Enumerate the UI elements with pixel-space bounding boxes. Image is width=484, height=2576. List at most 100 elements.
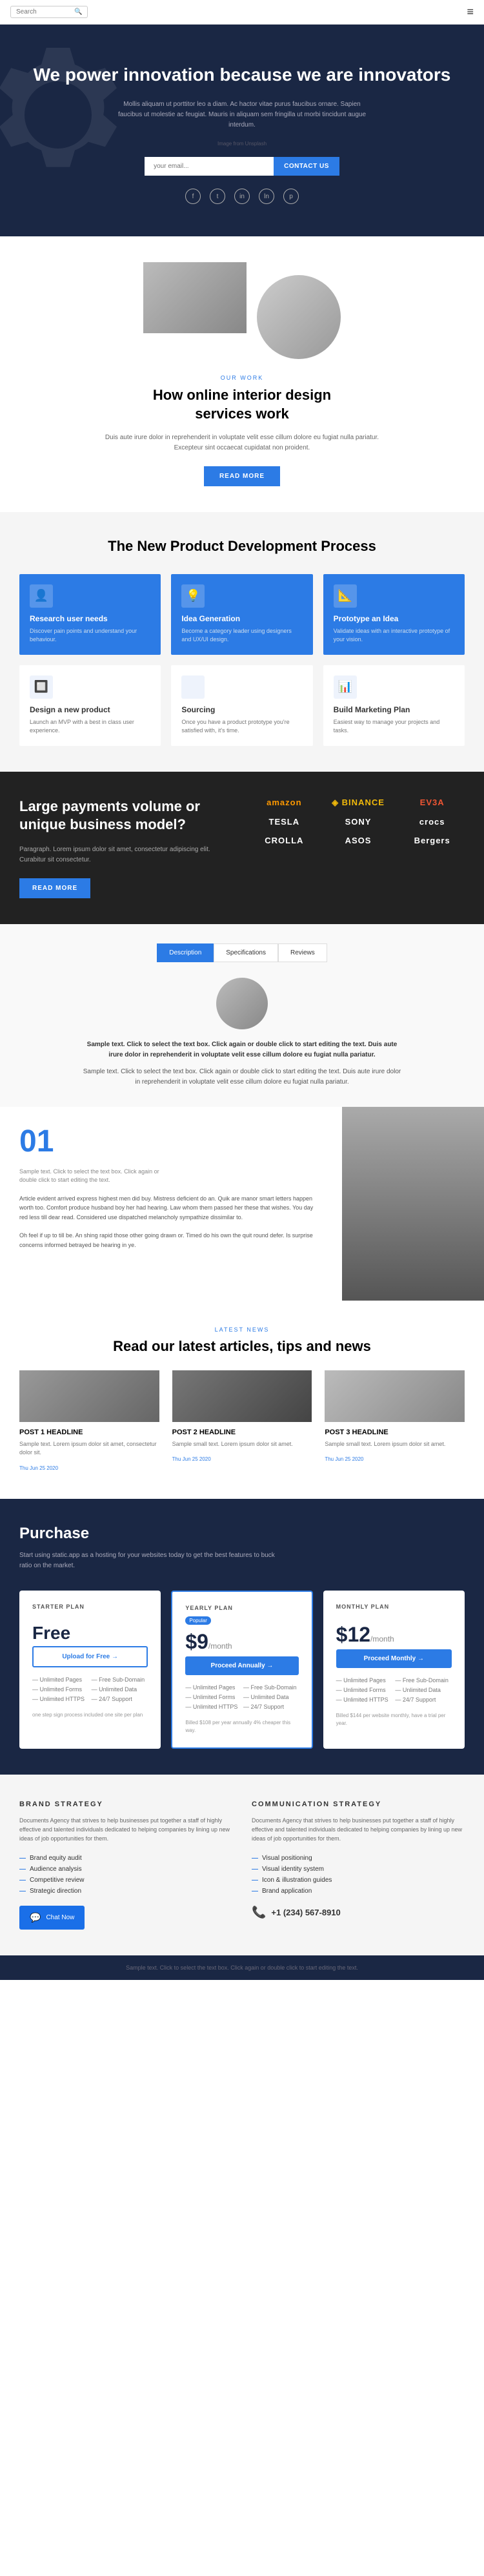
our-work-image-1 — [143, 262, 247, 333]
news-card-date-0: Thu Jun 25 2020 — [19, 1465, 58, 1471]
product-card-title-idea: Idea Generation — [181, 614, 302, 623]
brand-logo-tesla: TESLA — [252, 817, 317, 827]
plan-price-starter: Free — [32, 1623, 148, 1643]
social-instagram-icon[interactable]: in — [234, 189, 250, 204]
menu-icon[interactable]: ≡ — [467, 5, 474, 19]
article-left: 01 Sample text. Click to select the text… — [0, 1107, 342, 1301]
social-linkedin-icon[interactable]: ln — [259, 189, 274, 204]
our-work-read-more-btn[interactable]: READ MORE — [204, 466, 280, 486]
chat-btn[interactable]: 💬 Chat Now — [19, 1906, 85, 1930]
plan-starter: Starter Plan Free Upload for Free → — Un… — [19, 1591, 161, 1749]
brand-logo-bergers: Bergers — [399, 836, 465, 845]
product-card-icon-prototype: 📐 — [334, 584, 357, 608]
brand-logo-sony: SONY — [326, 817, 391, 827]
plan-extra-feature: — Free Sub-Domain — [92, 1675, 148, 1685]
hero-subtitle: Mollis aliquam ut porttitor leo a diam. … — [113, 99, 371, 130]
search-icon: 🔍 — [74, 8, 82, 15]
tabs-profile-circle — [216, 978, 268, 1029]
tab-specifications[interactable]: Specifications — [214, 943, 278, 962]
plan-feature: — Unlimited Forms — [185, 1693, 241, 1702]
tabs-main-text: Sample text. Click to select the text bo… — [81, 1040, 403, 1060]
phone-icon: 📞 — [252, 1906, 266, 1919]
plan-extra-feature: — Free Sub-Domain — [395, 1676, 452, 1685]
plan-btn-starter[interactable]: Upload for Free → — [32, 1646, 148, 1667]
plan-feature: — Unlimited Pages — [185, 1683, 241, 1693]
chat-icon: 💬 — [30, 1912, 41, 1923]
hero-title: We power innovation because we are innov… — [26, 63, 458, 87]
product-card-icon-marketing: 📊 — [334, 675, 357, 699]
news-card-1: POST 2 HEADLINE Sample small text. Lorem… — [172, 1370, 312, 1473]
news-card-image-0 — [19, 1370, 159, 1422]
plan-btn-monthly[interactable]: Proceed Monthly → — [336, 1649, 452, 1668]
payments-section: Large payments volume or unique business… — [0, 772, 484, 924]
payments-read-more-btn[interactable]: READ MORE — [19, 878, 90, 898]
product-card-title-prototype: Prototype an Idea — [334, 614, 454, 623]
social-facebook-icon[interactable]: f — [185, 189, 201, 204]
hero-form: CONTACT US — [26, 157, 458, 176]
plans-grid: Starter Plan Free Upload for Free → — Un… — [19, 1591, 465, 1749]
plan-feature: — Unlimited HTTPS — [185, 1702, 241, 1712]
hero-social: f t in ln p — [26, 189, 458, 204]
plan-note-monthly: Billed $144 per website monthly, have a … — [336, 1712, 452, 1727]
plan-extra-feature: — 24/7 Support — [395, 1695, 452, 1705]
news-card-image-2 — [325, 1370, 465, 1422]
news-card-description-2: Sample small text. Lorem ipsum dolor sit… — [325, 1440, 465, 1449]
plan-price-yearly: $9/month — [185, 1630, 298, 1654]
brand-list-item: —Brand equity audit — [19, 1853, 232, 1864]
social-pinterest-icon[interactable]: p — [283, 189, 299, 204]
news-card-headline-0: POST 1 HEADLINE — [19, 1428, 159, 1436]
strategy-section: BRAND STRATEGY Documents Agency that str… — [0, 1775, 484, 1955]
news-section: LATEST NEWS Read our latest articles, ti… — [0, 1301, 484, 1499]
purchase-section: Purchase Start using static.app as a hos… — [0, 1499, 484, 1775]
hero-email-input[interactable] — [145, 157, 274, 176]
product-card-icon-design: 🔲 — [30, 675, 53, 699]
news-card-0: POST 1 HEADLINE Sample text. Lorem ipsum… — [19, 1370, 159, 1473]
brand-list-item: —Competitive review — [19, 1875, 232, 1886]
plan-extra-feature: — 24/7 Support — [92, 1695, 148, 1704]
payments-logos: amazon◈ BINANCEEV3ATESLASONYcrocsCROLLAA… — [252, 798, 465, 845]
payments-description: Paragraph. Lorem ipsum dolor sit amet, c… — [19, 845, 232, 865]
tabs-content: Sample text. Click to select the text bo… — [19, 978, 465, 1087]
product-dev-section: The New Product Development Process 👤 Re… — [0, 512, 484, 772]
footer: Sample text. Click to select the text bo… — [0, 1955, 484, 1980]
tab-description[interactable]: Description — [157, 943, 214, 962]
payments-text: Large payments volume or unique business… — [19, 798, 232, 898]
plan-feature: — Unlimited HTTPS — [32, 1695, 89, 1704]
hero-contact-btn[interactable]: CONTACT US — [274, 157, 339, 176]
chat-btn-label: Chat Now — [46, 1914, 74, 1921]
plan-feature: — Unlimited HTTPS — [336, 1695, 393, 1705]
our-work-title: How online interior design services work — [132, 386, 352, 423]
brand-logo-amazon: amazon — [252, 798, 317, 807]
phone-number: +1 (234) 567-8910 — [271, 1908, 340, 1917]
search-input[interactable] — [16, 8, 74, 15]
tabs-section: DescriptionSpecificationsReviews Sample … — [0, 924, 484, 1107]
product-card-icon-research: 👤 — [30, 584, 53, 608]
product-dev-title: The New Product Development Process — [19, 538, 465, 555]
plan-extra-feature: — Unlimited Data — [243, 1693, 299, 1702]
product-card-title-marketing: Build Marketing Plan — [334, 705, 454, 714]
plan-feature: — Unlimited Pages — [32, 1675, 89, 1685]
news-card-date-1: Thu Jun 25 2020 — [172, 1456, 211, 1462]
plan-feature: — Unlimited Forms — [336, 1685, 393, 1695]
social-twitter-icon[interactable]: t — [210, 189, 225, 204]
communication-strategy-description: Documents Agency that strives to help bu… — [252, 1816, 465, 1844]
plan-badge-yearly: Popular — [185, 1616, 211, 1625]
search-box[interactable]: 🔍 — [10, 6, 88, 18]
hero-section: We power innovation because we are innov… — [0, 25, 484, 236]
plan-extra-feature: — 24/7 Support — [243, 1702, 299, 1712]
article-number: 01 — [19, 1126, 323, 1157]
plan-label-yearly: Yearly Plan — [185, 1605, 298, 1611]
communication-strategy-col: COMMUNICATION STRATEGY Documents Agency … — [252, 1800, 465, 1930]
article-snippet: Sample text. Click to select the text bo… — [19, 1168, 161, 1185]
our-work-description: Duis aute irure dolor in reprehenderit i… — [94, 433, 390, 453]
plan-btn-yearly[interactable]: Proceed Annually → — [185, 1656, 298, 1675]
plan-label-monthly: Monthly Plan — [336, 1603, 452, 1610]
comm-list-item: —Visual positioning — [252, 1853, 465, 1864]
plan-extra-feature: — Unlimited Data — [395, 1685, 452, 1695]
news-card-headline-2: POST 3 HEADLINE — [325, 1428, 465, 1436]
tab-reviews[interactable]: Reviews — [278, 943, 327, 962]
communication-strategy-title: COMMUNICATION STRATEGY — [252, 1800, 465, 1808]
product-card-icon-sourcing — [181, 675, 205, 699]
plan-feature: — Unlimited Pages — [336, 1676, 393, 1685]
news-grid: POST 1 HEADLINE Sample text. Lorem ipsum… — [19, 1370, 465, 1473]
